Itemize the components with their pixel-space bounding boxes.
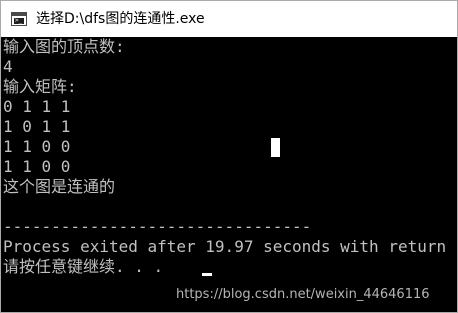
console-app-icon: >_ bbox=[11, 12, 27, 26]
watermark-url: https://blog.csdn.net/weixin_44646116 bbox=[176, 287, 430, 302]
console-line-press-any-key: 请按任意键继续. . . bbox=[3, 257, 164, 276]
mouse-text-cursor bbox=[271, 138, 280, 157]
console-line-matrix-row-3: 1 1 0 0 bbox=[3, 137, 71, 156]
console-input-cursor bbox=[202, 273, 212, 276]
console-line-separator: -------------------------------- bbox=[3, 217, 312, 236]
console-line-vertex-count: 4 bbox=[3, 57, 13, 76]
console-line-prompt-matrix: 输入矩阵: bbox=[3, 77, 77, 96]
console-line-matrix-row-1: 0 1 1 1 bbox=[3, 97, 71, 116]
icon-title-strip bbox=[12, 13, 26, 16]
title-bar[interactable]: >_ 选择D:\dfs图的连通性.exe bbox=[1, 1, 457, 37]
window-title: 选择D:\dfs图的连通性.exe bbox=[36, 11, 205, 27]
console-line-matrix-row-4: 1 1 0 0 bbox=[3, 157, 71, 176]
icon-prompt-glyph: >_ bbox=[15, 17, 23, 24]
console-window: >_ 选择D:\dfs图的连通性.exe 输入图的顶点数: 4 输入矩阵: 0 … bbox=[0, 0, 458, 313]
console-line-result: 这个图是连通的 bbox=[3, 177, 116, 196]
console-output[interactable]: 输入图的顶点数: 4 输入矩阵: 0 1 1 1 1 0 1 1 1 1 0 0… bbox=[1, 37, 457, 312]
console-line-process-exited: Process exited after 19.97 seconds with … bbox=[3, 237, 447, 256]
console-line-prompt-vertex-count: 输入图的顶点数: bbox=[3, 37, 125, 56]
console-line-matrix-row-2: 1 0 1 1 bbox=[3, 117, 71, 136]
